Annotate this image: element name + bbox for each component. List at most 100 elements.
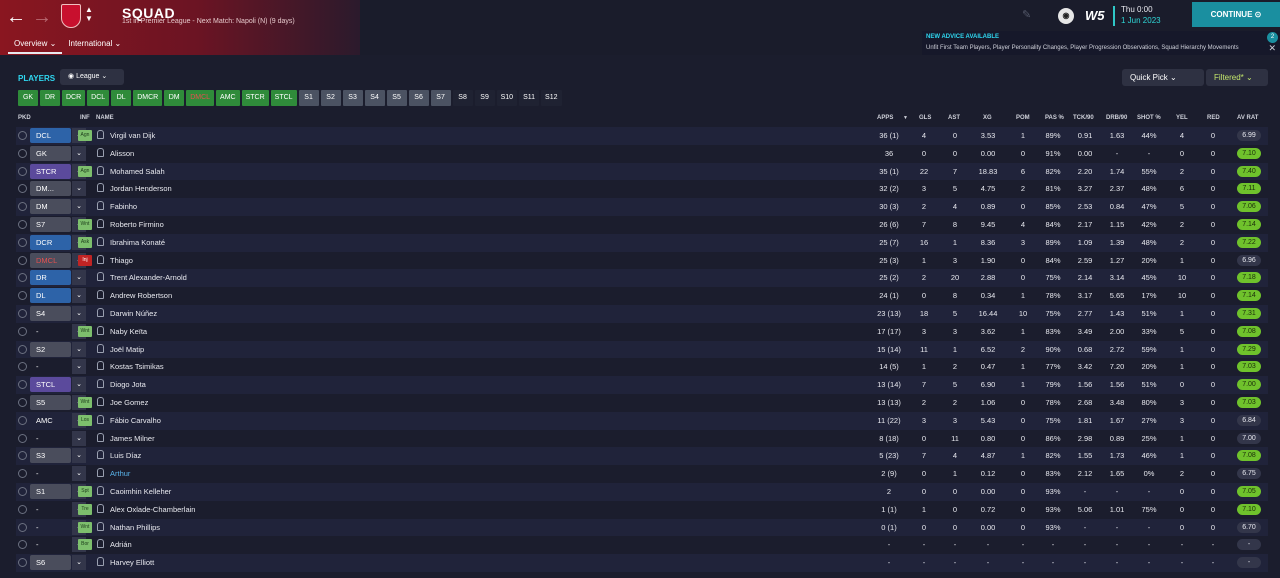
col-inf[interactable]: INF — [80, 115, 90, 121]
player-name[interactable]: James Milner — [110, 434, 155, 443]
pick-checkbox[interactable] — [18, 433, 27, 443]
player-name[interactable]: Roberto Firmino — [110, 220, 164, 229]
table-row[interactable]: DMCL⌄InjThiago25 (3)131.90084%2.591.2720… — [16, 251, 1268, 270]
position-select[interactable]: S3 — [30, 448, 71, 464]
position-filter-dr[interactable]: DR — [40, 90, 60, 106]
table-row[interactable]: S4 ⌄ Darwin Núñez 23 (13) 18 5 16.44 10 75% 2.77 1… — [16, 305, 1268, 323]
player-name[interactable]: Jordan Henderson — [110, 184, 172, 193]
position-select[interactable]: S4 — [30, 306, 71, 321]
chevron-down-icon[interactable]: ⌄ — [72, 181, 86, 197]
chevron-down-icon[interactable]: ⌄ — [72, 145, 86, 161]
position-select[interactable]: S7 — [30, 217, 71, 232]
player-status-badge[interactable]: Wnt — [78, 521, 92, 533]
chevron-down-icon[interactable]: ⌄ — [72, 199, 86, 215]
position-filter-dmcl[interactable]: DMCL — [186, 90, 215, 106]
pick-checkbox[interactable] — [18, 220, 27, 229]
position-filter-s12[interactable]: S12 — [541, 90, 562, 106]
position-filter-stcl[interactable]: STCL — [270, 90, 297, 106]
table-row[interactable]: STCR⌄AgnMohamed Salah35 (1)22718.83682%2… — [16, 162, 1268, 181]
table-row[interactable]: -⌄TreAlex Oxlade-Chamberlain1 (1)100.720… — [16, 500, 1268, 519]
table-row[interactable]: S7⌄WntRoberto Firmino26 (6)789.45484%2.1… — [16, 216, 1268, 234]
table-row[interactable]: DM ⌄ Fabinho 30 (3) 2 4 0.89 0 85% 2.53 0.84 47% 5 0 7… — [16, 198, 1268, 216]
position-filter-s4[interactable]: S4 — [364, 90, 385, 106]
pick-checkbox[interactable] — [18, 255, 27, 265]
advice-panel[interactable]: NEW ADVICE AVAILABLE Unfit First Team Pl… — [922, 31, 1280, 55]
col-pkd[interactable]: PKD — [18, 115, 31, 121]
pick-checkbox[interactable] — [18, 415, 27, 425]
col-pom[interactable]: POM — [1016, 115, 1030, 121]
position-select[interactable]: - — [30, 359, 71, 374]
position-filter-s7[interactable]: S7 — [430, 90, 451, 106]
position-filter-s2[interactable]: S2 — [320, 90, 341, 106]
table-row[interactable]: DCL⌄AgnVirgil van Dijk36 (1)403.53189%0.… — [16, 127, 1268, 145]
col-avrat[interactable]: AV RAT — [1237, 115, 1258, 121]
position-select[interactable]: - — [30, 537, 71, 552]
table-row[interactable]: DL ⌄ Andrew Robertson 24 (1) 0 8 0.34 1 78% 3.17 5… — [16, 287, 1268, 305]
table-row[interactable]: S3 ⌄ Luis Díaz 5 (23) 7 4 4.87 1 82% 1.55 1.73 46% 1… — [16, 447, 1268, 466]
table-row[interactable]: -⌄BorAdrián------------ — [16, 536, 1268, 555]
player-name[interactable]: Thiago — [110, 256, 133, 265]
pick-checkbox[interactable] — [18, 540, 27, 550]
player-status-badge[interactable]: Wnt — [78, 397, 92, 408]
position-select[interactable]: DCL — [30, 128, 71, 143]
manager-badge-icon[interactable]: ◉ — [1058, 8, 1074, 24]
pick-checkbox[interactable] — [18, 504, 27, 514]
pick-checkbox[interactable] — [18, 326, 27, 336]
pick-checkbox[interactable] — [18, 237, 27, 247]
table-row[interactable]: GK ⌄ Alisson 36 0 0 0.00 0 91% 0.00 - - 0 0 7.10 — [16, 144, 1268, 163]
col-shot[interactable]: SHOT % — [1137, 115, 1161, 121]
player-name[interactable]: Diogo Jota — [110, 380, 146, 389]
player-name[interactable]: Kostas Tsimikas — [110, 362, 164, 371]
position-filter-dcr[interactable]: DCR — [62, 90, 86, 106]
col-ast[interactable]: AST — [948, 115, 960, 121]
player-name[interactable]: Fábio Carvalho — [110, 416, 161, 425]
player-name[interactable]: Alisson — [110, 149, 134, 158]
pick-checkbox[interactable] — [18, 522, 27, 532]
position-select[interactable]: - — [30, 502, 71, 517]
player-name[interactable]: Luis Díaz — [110, 451, 141, 460]
competition-dropdown[interactable]: ◉ League ⌄ — [60, 69, 124, 85]
pick-checkbox[interactable] — [18, 469, 27, 479]
player-name[interactable]: Joe Gomez — [110, 398, 148, 407]
player-name[interactable]: Joël Matip — [110, 345, 144, 354]
position-filter-s3[interactable]: S3 — [342, 90, 363, 106]
pick-checkbox[interactable] — [18, 451, 27, 461]
chevron-down-icon[interactable]: ⌄ — [72, 288, 86, 304]
chevron-down-icon[interactable]: ⌄ — [72, 448, 86, 464]
position-filter-s6[interactable]: S6 — [408, 90, 429, 106]
pick-checkbox[interactable] — [18, 398, 27, 407]
table-row[interactable]: DCR⌄AskIbrahima Konaté25 (7)1618.36389%1… — [16, 233, 1268, 252]
filter-dropdown[interactable]: Filtered* ⌄ — [1206, 69, 1268, 86]
position-select[interactable]: DM... — [30, 181, 71, 197]
position-select[interactable]: - — [30, 431, 71, 446]
player-name[interactable]: Naby Keïta — [110, 327, 147, 336]
club-crest-icon[interactable] — [61, 4, 81, 28]
table-row[interactable]: S6 ⌄ Harvey Elliott - - - - - - - - - - - - — [16, 554, 1268, 572]
col-tck[interactable]: TCK/90 — [1073, 115, 1094, 121]
table-row[interactable]: S1⌄SptCaoimhin Kelleher2000.00093%---007… — [16, 483, 1268, 501]
player-status-badge[interactable]: Inj — [78, 254, 92, 266]
edit-pen-icon[interactable]: ✎ — [1022, 8, 1031, 21]
pick-checkbox[interactable] — [18, 148, 27, 158]
quick-pick-dropdown[interactable]: Quick Pick ⌄ — [1122, 69, 1204, 86]
position-filter-dm[interactable]: DM — [164, 90, 185, 106]
pick-checkbox[interactable] — [18, 487, 27, 496]
position-select[interactable]: STCR — [30, 163, 71, 179]
table-row[interactable]: AMC⌄LosFábio Carvalho11 (22)335.43075%1.… — [16, 411, 1268, 430]
player-name[interactable]: Trent Alexander-Arnold — [110, 273, 187, 282]
player-status-badge[interactable]: Ask — [78, 236, 92, 248]
position-filter-s8[interactable]: S8 — [452, 90, 473, 106]
position-select[interactable]: DM — [30, 199, 71, 215]
player-status-badge[interactable]: Bor — [78, 539, 92, 551]
pick-checkbox[interactable] — [18, 131, 27, 140]
table-row[interactable]: DM... ⌄ Jordan Henderson 32 (2) 3 5 4.75 2 81% 3.… — [16, 180, 1268, 199]
position-select[interactable]: - — [30, 324, 71, 339]
table-row[interactable]: S2 ⌄ Joël Matip 15 (14) 11 1 6.52 2 90% 0.68 2.72 5… — [16, 340, 1268, 359]
position-filter-dl[interactable]: DL — [111, 90, 132, 106]
col-pas[interactable]: PAS % — [1045, 115, 1064, 121]
pick-checkbox[interactable] — [18, 380, 27, 390]
table-row[interactable]: -⌄WntNathan Phillips0 (1)000.00093%---00… — [16, 518, 1268, 537]
player-status-badge[interactable]: Wnt — [78, 219, 92, 230]
position-filter-dcl[interactable]: DCL — [87, 90, 110, 106]
pick-checkbox[interactable] — [18, 166, 27, 176]
